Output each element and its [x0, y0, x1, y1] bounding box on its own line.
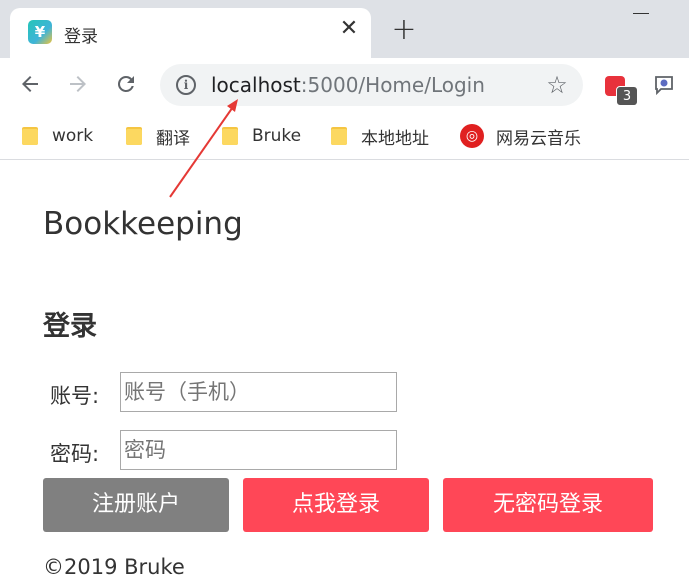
browser-tab[interactable]: ¥ 登录 ✕	[10, 8, 371, 58]
folder-icon	[126, 126, 144, 146]
reload-icon[interactable]	[110, 68, 142, 100]
extension-chat-icon[interactable]	[652, 73, 676, 97]
app-favicon-icon: ¥	[28, 20, 52, 44]
bookmark-label: 本地地址	[361, 128, 429, 149]
password-input[interactable]	[120, 430, 397, 470]
netease-music-icon: ◎	[460, 124, 484, 148]
bookmark-netease-music[interactable]: ◎ 网易云音乐	[460, 122, 581, 150]
forward-arrow-icon[interactable]	[62, 68, 94, 100]
bookmark-bruke[interactable]: Bruke	[222, 122, 301, 150]
url-path: :5000/Home/Login	[300, 73, 485, 97]
close-tab-icon[interactable]: ✕	[336, 16, 362, 42]
account-label: 账号:	[50, 384, 100, 408]
browser-toolbar: i localhost:5000/Home/Login ☆	[0, 58, 689, 114]
folder-icon	[331, 126, 349, 146]
folder-icon	[222, 126, 240, 146]
password-label: 密码:	[50, 442, 100, 466]
folder-icon	[22, 126, 40, 146]
account-input[interactable]	[120, 372, 397, 412]
tab-title: 登录	[64, 27, 98, 47]
bookmark-local-address[interactable]: 本地地址	[331, 122, 429, 150]
url-host: localhost	[211, 73, 301, 97]
minimize-window-icon[interactable]	[633, 13, 649, 14]
bookmark-translate[interactable]: 翻译	[126, 122, 190, 150]
bookmark-label: 网易云音乐	[496, 128, 581, 149]
back-arrow-icon[interactable]	[14, 68, 46, 100]
extension-red-icon[interactable]: 3	[603, 74, 638, 106]
site-brand[interactable]: Bookkeeping	[43, 206, 243, 242]
passwordless-login-button[interactable]: 无密码登录	[443, 478, 653, 532]
address-bar[interactable]: i localhost:5000/Home/Login ☆	[160, 64, 583, 106]
bookmark-star-icon[interactable]: ☆	[544, 72, 570, 98]
bookmark-work[interactable]: work	[22, 122, 93, 150]
login-button[interactable]: 点我登录	[243, 478, 429, 532]
bookmark-label: Bruke	[252, 126, 302, 146]
tab-strip: ¥ 登录 ✕ +	[0, 0, 689, 58]
register-button[interactable]: 注册账户	[43, 478, 229, 532]
footer-copyright: ©2019 Bruke	[43, 555, 185, 579]
bookmark-label: 翻译	[156, 128, 190, 149]
extension-badge: 3	[616, 86, 638, 106]
bookmarks-bar: work 翻译 Bruke 本地地址 ◎ 网易云音乐	[0, 114, 689, 160]
site-info-icon[interactable]: i	[176, 75, 196, 95]
page-title: 登录	[43, 311, 97, 342]
bookmark-label: work	[52, 126, 94, 146]
new-tab-icon[interactable]: +	[390, 15, 418, 45]
url-text[interactable]: localhost:5000/Home/Login	[211, 73, 485, 97]
